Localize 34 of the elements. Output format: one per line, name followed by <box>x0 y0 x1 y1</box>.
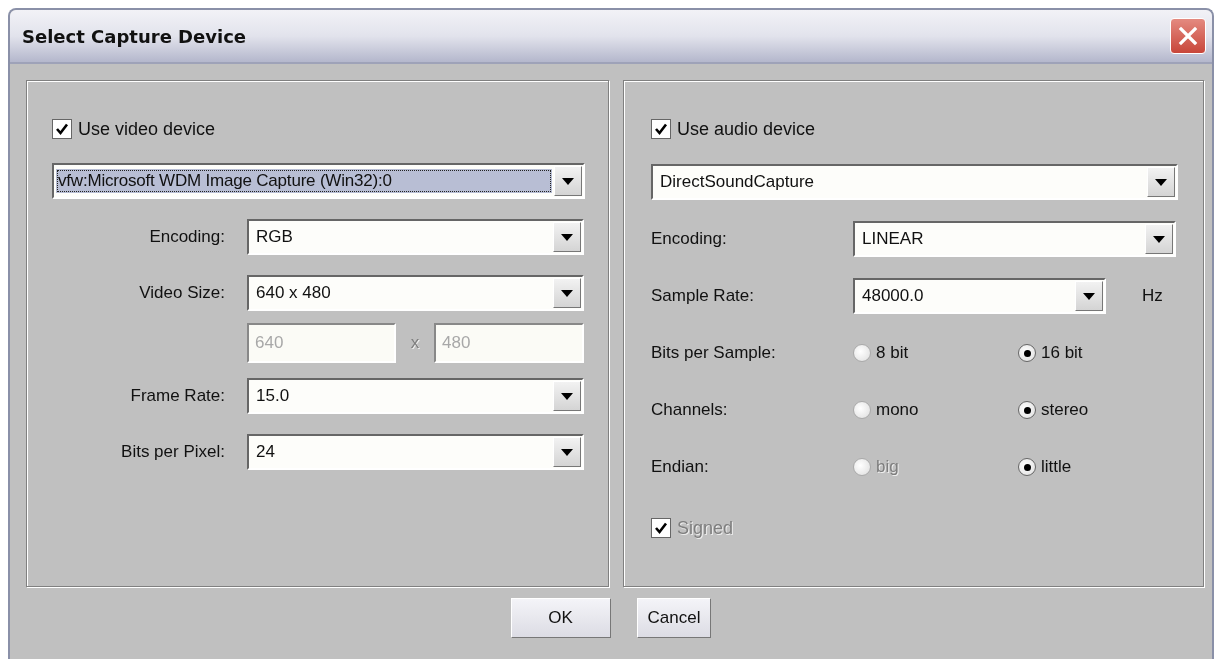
field-label: Bits per Sample: <box>651 343 777 363</box>
checkbox[interactable]: Use video device <box>52 115 216 143</box>
dropdown[interactable]: 24 <box>247 434 584 470</box>
dialog-button[interactable]: Cancel <box>636 598 712 638</box>
checkmark-icon <box>55 122 69 136</box>
size-separator: x <box>409 333 421 353</box>
unit-label: Hz <box>1142 286 1163 306</box>
radio-option[interactable]: little <box>1018 457 1183 477</box>
field-label: Encoding: <box>651 229 728 249</box>
window-title: Select Capture Device <box>22 25 247 47</box>
dropdown[interactable]: RGB <box>247 219 584 255</box>
dropdown[interactable]: LINEAR <box>853 221 1176 257</box>
radio-option[interactable]: mono <box>853 400 1018 420</box>
checkmark-icon <box>654 521 668 535</box>
dialog-button[interactable]: OK <box>510 598 611 638</box>
field-label: Bits per Pixel: <box>120 442 225 462</box>
field-label: Frame Rate: <box>129 386 225 406</box>
field-label: Sample Rate: <box>651 286 755 306</box>
dropdown[interactable]: 15.0 <box>247 378 584 414</box>
close-button[interactable] <box>1170 18 1206 54</box>
checkmark-icon <box>654 122 668 136</box>
field-label: Encoding: <box>148 227 225 247</box>
field-label: Video Size: <box>138 283 225 303</box>
close-icon <box>1178 26 1198 46</box>
radio-option[interactable]: 8 bit <box>853 343 1018 363</box>
device-dropdown[interactable]: DirectSoundCapture <box>651 164 1178 200</box>
radio-option[interactable]: 16 bit <box>1018 343 1183 363</box>
checkbox[interactable]: Use audio device <box>651 115 816 143</box>
device-dropdown[interactable]: vfw:Microsoft WDM Image Capture (Win32):0 <box>52 163 585 199</box>
dropdown[interactable]: 48000.0 <box>853 278 1106 314</box>
dropdown[interactable]: 640 x 480 <box>247 275 584 311</box>
radio-option[interactable]: stereo <box>1018 400 1183 420</box>
field-label: Endian: <box>651 457 710 477</box>
field-label: Channels: <box>651 400 729 420</box>
